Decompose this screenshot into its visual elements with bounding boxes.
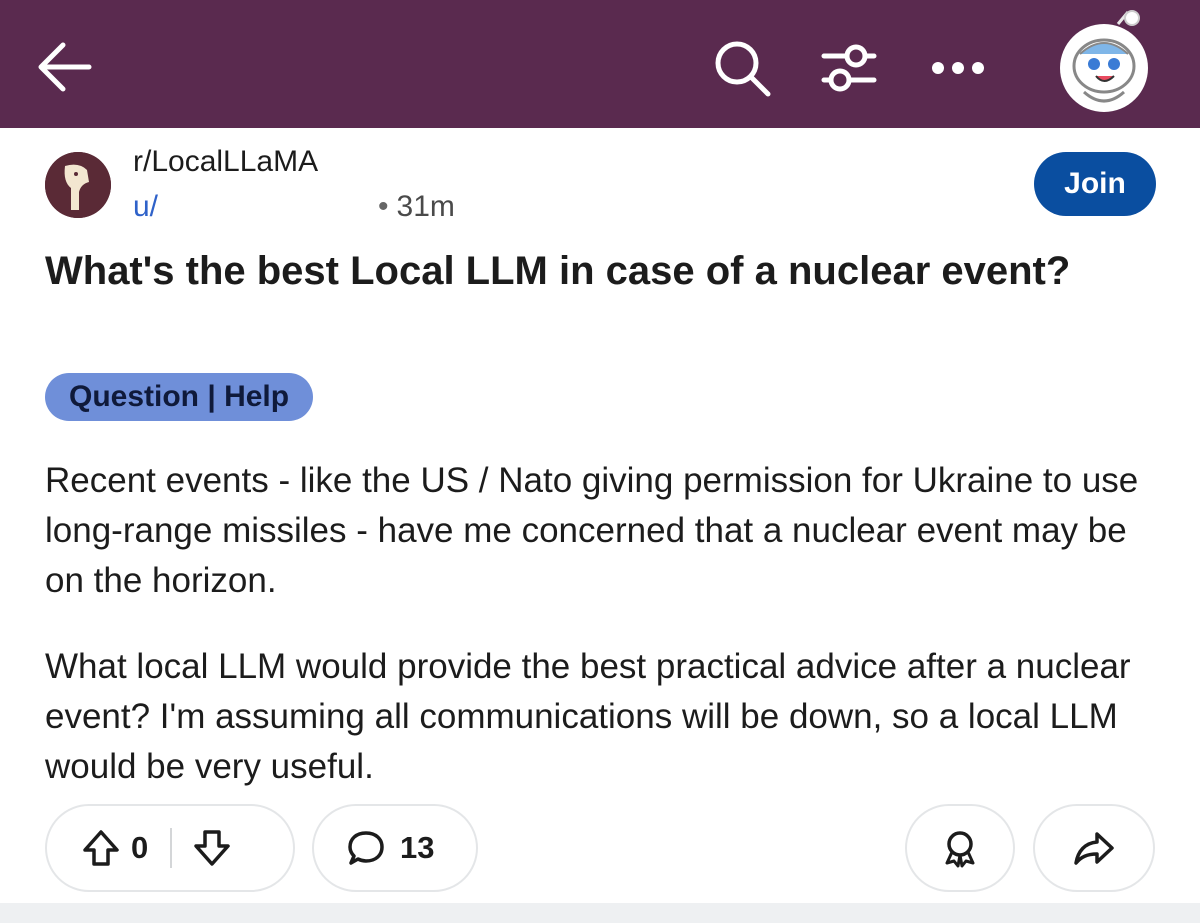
redacted-username [158,188,378,216]
author-row: u/ • 31m [133,188,455,224]
post-title: What's the best Local LLM in case of a n… [45,249,1071,293]
vote-divider [170,828,173,868]
vote-control: 0 [45,804,295,892]
filter-icon[interactable] [812,32,884,104]
post-body-paragraph: What local LLM would provide the best pr… [45,647,1131,786]
award-button[interactable] [905,804,1015,892]
time-separator: • [378,190,389,223]
downvote-icon[interactable] [192,828,232,868]
subreddit-name[interactable]: r/LocalLLaMA [133,145,318,179]
share-button[interactable] [1033,804,1155,892]
share-icon [1073,828,1115,868]
action-bar: 0 13 [0,804,1200,894]
footer-strip [0,903,1200,923]
post-flair[interactable]: Question | Help [45,373,314,421]
post-body-paragraph: Recent events - like the US / Nato givin… [45,461,1139,600]
back-arrow-icon[interactable] [28,30,102,104]
top-app-bar [0,0,1200,128]
comment-icon [346,828,386,868]
subreddit-avatar[interactable] [45,152,111,218]
award-icon [940,828,980,868]
comments-button[interactable]: 13 [312,804,478,892]
user-avatar[interactable] [1048,6,1160,118]
more-icon[interactable] [922,40,994,96]
search-icon[interactable] [706,32,778,104]
vote-count: 0 [131,830,149,865]
join-button[interactable]: Join [1034,152,1156,216]
upvote-icon[interactable] [81,828,121,868]
post-header: r/LocalLLaMA u/ • 31m Join [0,128,1200,228]
post-time: 31m [396,190,455,223]
comment-count: 13 [400,830,435,865]
author-link[interactable]: u/ [133,190,158,224]
